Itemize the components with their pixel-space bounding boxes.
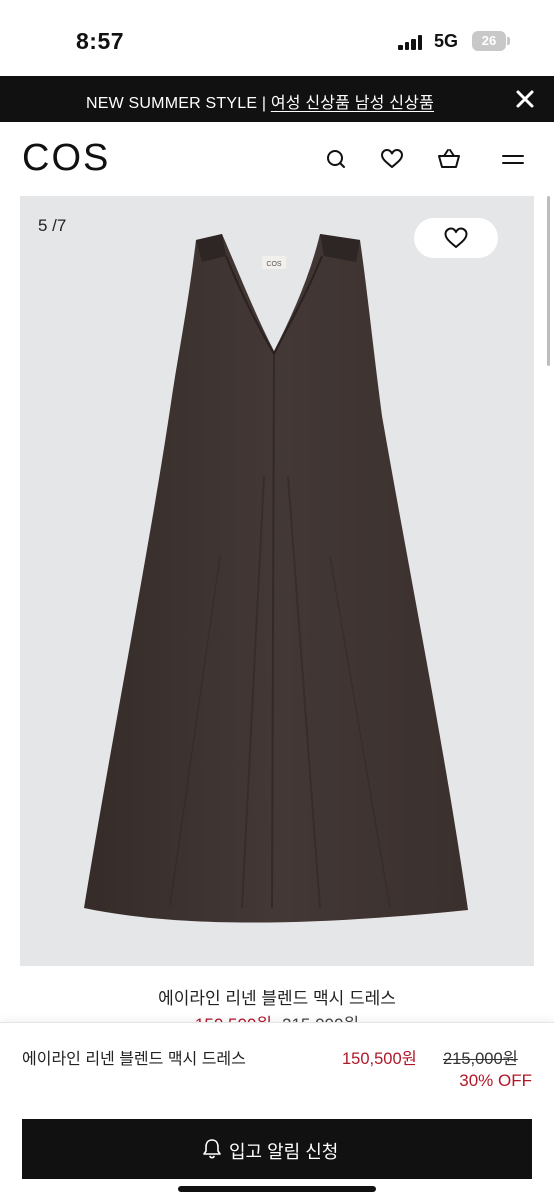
bell-icon — [203, 1139, 221, 1159]
home-indicator — [178, 1186, 376, 1192]
network-label: 5G — [434, 31, 459, 51]
site-header: COS — [0, 122, 554, 196]
sticky-original-price: 215,000원 — [443, 1050, 518, 1068]
promo-text: NEW SUMMER STYLE | — [85, 95, 271, 112]
product-title: 에이라인 리넨 블렌드 맥시 드레스 — [158, 989, 396, 1008]
product-sale-price: 150,500원 — [195, 1015, 272, 1022]
status-time: 8:57 — [76, 28, 125, 54]
search-icon[interactable] — [323, 146, 349, 172]
restock-notify-button[interactable]: 입고 알림 신청 — [22, 1119, 532, 1179]
promo-link[interactable]: 여성 신상품 남성 신상품 — [271, 95, 434, 112]
garment-label: COS — [266, 261, 282, 268]
bag-icon[interactable] — [436, 146, 462, 172]
menu-icon[interactable] — [500, 146, 526, 172]
promo-text-wrap: NEW SUMMER STYLE | 여성 신상품 남성 신상품 — [0, 89, 520, 113]
image-counter: 5 /7 — [38, 216, 67, 235]
logo[interactable]: COS — [22, 137, 110, 180]
heart-icon — [444, 227, 468, 248]
heart-icon[interactable] — [379, 146, 405, 172]
status-bar: 8:57 5G 26 — [0, 0, 554, 76]
wishlist-button[interactable] — [414, 218, 498, 258]
sticky-purchase-bar: 에이라인 리넨 블렌드 맥시 드레스 150,500원 215,000원 30%… — [0, 1022, 554, 1200]
battery-icon: 26 — [472, 31, 506, 51]
promo-banner: NEW SUMMER STYLE | 여성 신상품 남성 신상품 — [0, 76, 554, 122]
product-price-peek: 150,500원 215,000원 — [0, 1010, 554, 1022]
product-image: COS — [84, 234, 468, 923]
scrollbar[interactable] — [547, 196, 550, 366]
sticky-sale-price: 150,500원 — [342, 1050, 417, 1068]
restock-notify-label: 입고 알림 신청 — [229, 1142, 339, 1162]
battery-tip — [507, 37, 510, 45]
product-original-price: 215,000원 — [282, 1015, 359, 1022]
signal-icon — [398, 34, 424, 50]
discount-badge: 30% OFF — [459, 1071, 532, 1090]
product-image-gallery[interactable]: COS 5 /7 — [20, 196, 534, 966]
sticky-product-name: 에이라인 리넨 블렌드 맥시 드레스 — [22, 1051, 246, 1068]
close-icon[interactable] — [512, 86, 538, 112]
